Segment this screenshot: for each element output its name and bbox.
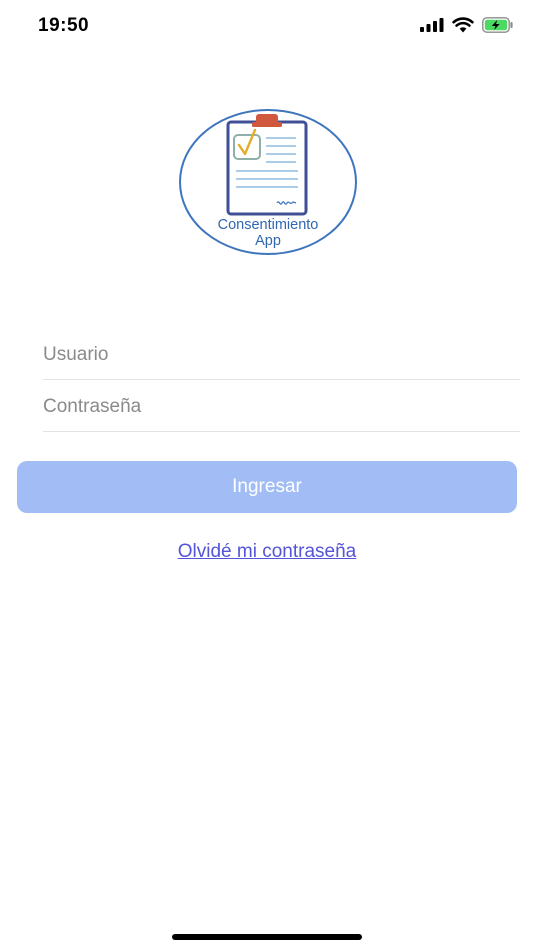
login-button[interactable]: Ingresar (17, 461, 517, 513)
logo-text-line2: App (255, 233, 281, 249)
home-indicator[interactable] (172, 934, 362, 940)
logo-text-line1: Consentimiento (218, 217, 319, 233)
app-logo: Consentimiento App (178, 108, 358, 256)
forgot-password-link[interactable]: Olvidé mi contraseña (0, 541, 534, 563)
username-input[interactable] (43, 330, 520, 380)
status-time: 19:50 (38, 15, 90, 36)
status-bar: 19:50 (0, 0, 534, 54)
password-input[interactable] (43, 382, 520, 432)
status-icons (420, 17, 514, 38)
battery-charging-icon (482, 17, 514, 38)
cellular-signal-icon (420, 18, 444, 37)
wifi-icon (452, 17, 474, 38)
